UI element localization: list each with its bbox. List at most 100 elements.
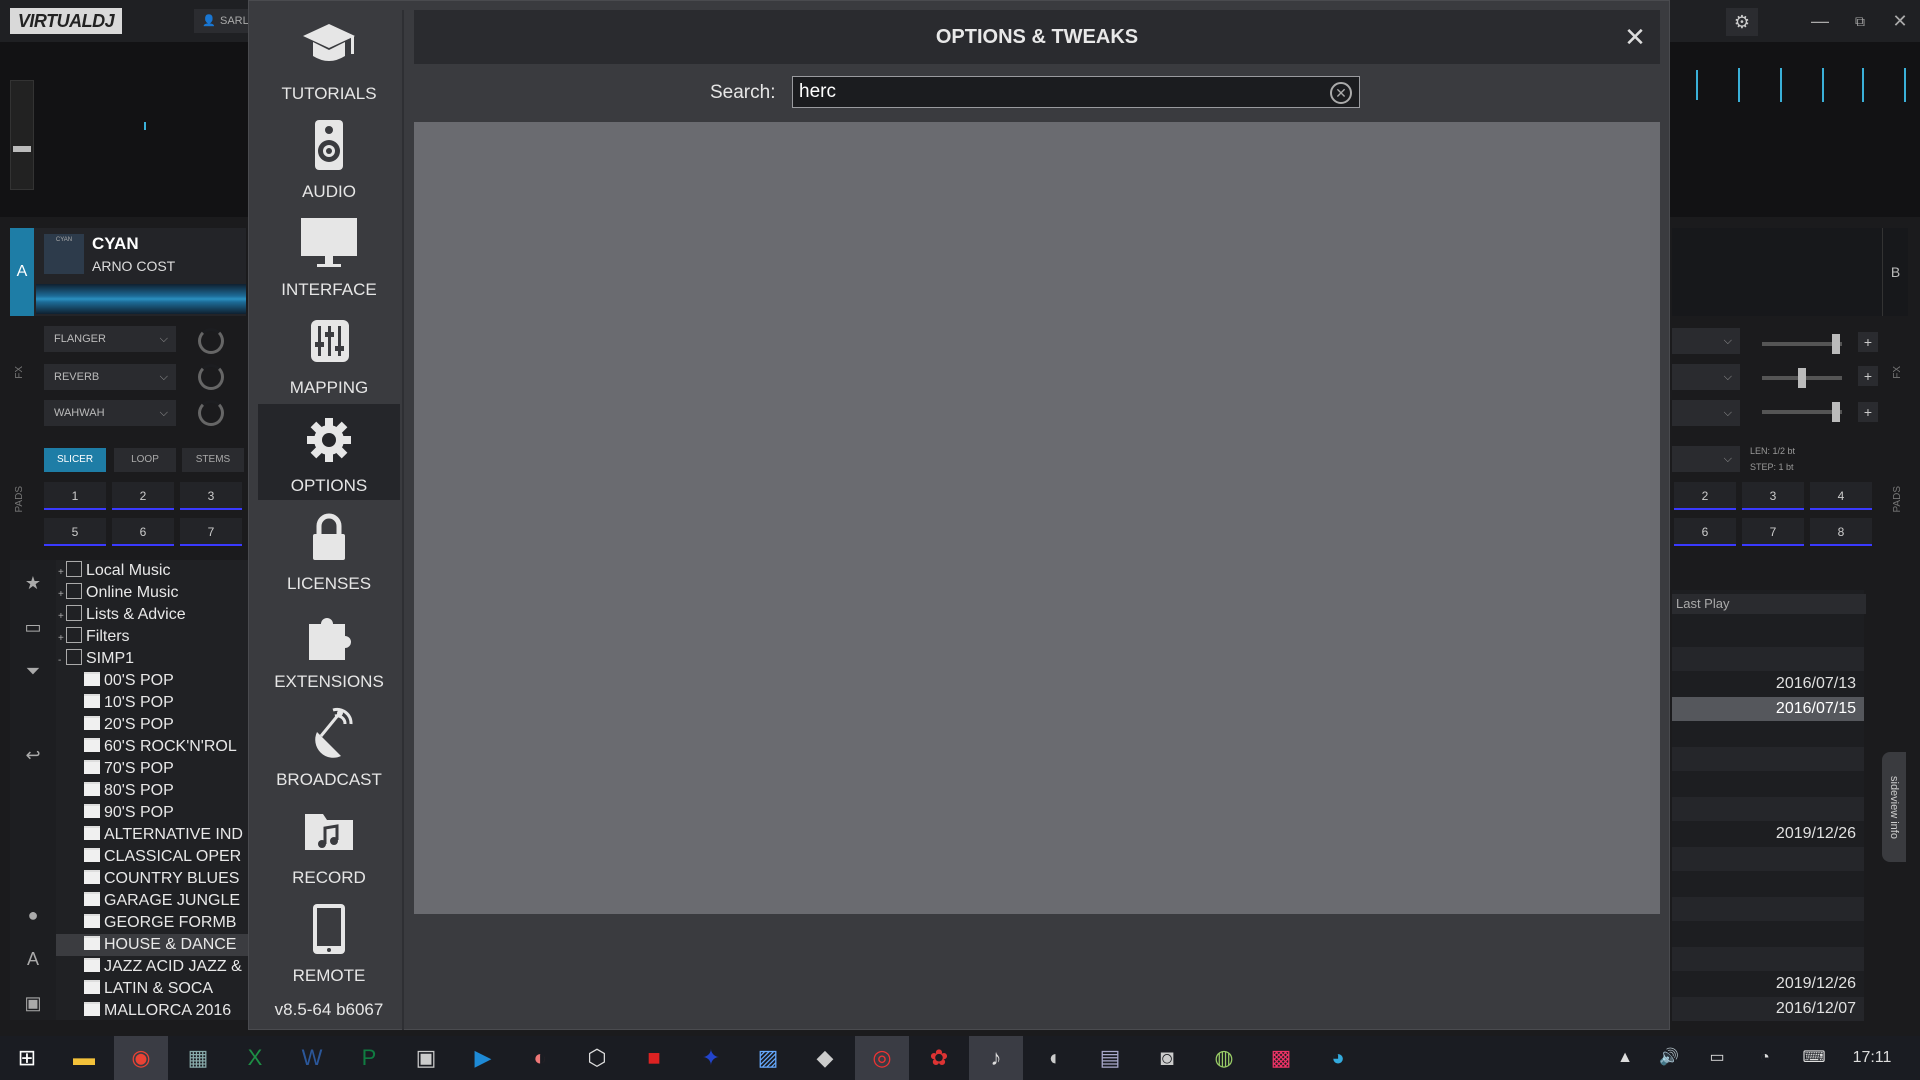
tree-item[interactable]: LATIN & SOCA bbox=[56, 978, 248, 1000]
pad-mode-select-right[interactable]: ⌵ bbox=[1672, 446, 1740, 472]
table-row[interactable]: 2019/12/26 bbox=[1672, 972, 1864, 996]
table-row[interactable] bbox=[1672, 722, 1864, 746]
deck-a-indicator[interactable]: A bbox=[10, 228, 34, 316]
publisher-icon[interactable]: P bbox=[342, 1036, 396, 1080]
table-row[interactable] bbox=[1672, 922, 1864, 946]
fx-plus-2[interactable]: + bbox=[1858, 366, 1878, 386]
search-input[interactable] bbox=[792, 76, 1360, 108]
nav-licenses[interactable]: LICENSES bbox=[258, 502, 400, 598]
table-row[interactable] bbox=[1672, 747, 1864, 771]
tree-item[interactable]: 00'S POP bbox=[56, 670, 248, 692]
pad-right-6[interactable]: 6 bbox=[1674, 518, 1736, 546]
restore-icon[interactable]: ⧉ bbox=[1846, 8, 1874, 34]
close-button[interactable]: ✕ bbox=[1620, 22, 1650, 52]
nav-mapping[interactable]: MAPPING bbox=[258, 306, 400, 402]
table-row[interactable]: 2016/07/13 bbox=[1672, 672, 1864, 696]
slicer-button[interactable]: SLICER bbox=[44, 448, 106, 472]
pitch-slider[interactable] bbox=[10, 80, 34, 190]
nav-tutorials[interactable]: TUTORIALS bbox=[258, 12, 400, 108]
tree-item[interactable]: 20'S POP bbox=[56, 714, 248, 736]
virtualdj-icon[interactable]: ◎ bbox=[855, 1036, 909, 1080]
windows-start-icon[interactable]: ⊞ bbox=[0, 1036, 54, 1080]
table-row[interactable]: 2016/12/07 bbox=[1672, 997, 1864, 1021]
tree-item[interactable]: + Online Music bbox=[56, 582, 248, 604]
tree-item[interactable]: 90'S POP bbox=[56, 802, 248, 824]
fx-select-right-2[interactable]: ⌵ bbox=[1672, 364, 1740, 390]
app-icon[interactable]: ■ bbox=[627, 1036, 681, 1080]
tree-item[interactable]: 10'S POP bbox=[56, 692, 248, 714]
clock[interactable]: 17:11 bbox=[1842, 1036, 1902, 1080]
table-row[interactable] bbox=[1672, 872, 1864, 896]
len-label[interactable]: LEN: 1/2 bt bbox=[1750, 446, 1795, 456]
pad-2[interactable]: 2 bbox=[112, 482, 174, 510]
word-icon[interactable]: W bbox=[285, 1036, 339, 1080]
clear-search-icon[interactable]: ✕ bbox=[1330, 82, 1352, 104]
table-row[interactable] bbox=[1672, 947, 1864, 971]
tree-item[interactable]: HOUSE & DANCE bbox=[56, 934, 248, 956]
tree-item[interactable]: 70'S POP bbox=[56, 758, 248, 780]
app-icon[interactable]: ◍ bbox=[1197, 1036, 1251, 1080]
powershell-icon[interactable]: ▶ bbox=[456, 1036, 510, 1080]
tree-item[interactable]: GARAGE JUNGLE bbox=[56, 890, 248, 912]
tree-item[interactable]: CLASSICAL OPER bbox=[56, 846, 248, 868]
font-size-icon[interactable]: A bbox=[18, 944, 48, 974]
app-icon[interactable]: ◙ bbox=[1140, 1036, 1194, 1080]
close-window-icon[interactable]: ✕ bbox=[1886, 8, 1914, 34]
volume-icon[interactable]: 🔊 bbox=[1654, 1036, 1684, 1080]
nav-extensions[interactable]: EXTENSIONS bbox=[258, 600, 400, 696]
battery-icon[interactable]: ▭ bbox=[1702, 1036, 1732, 1080]
tree-item[interactable]: JAZZ ACID JAZZ & bbox=[56, 956, 248, 978]
stems-button[interactable]: STEMS bbox=[182, 448, 244, 472]
loop-button[interactable]: LOOP bbox=[114, 448, 176, 472]
nav-audio[interactable]: AUDIO bbox=[258, 110, 400, 206]
app-icon[interactable]: ⬡ bbox=[570, 1036, 624, 1080]
record-dot-icon[interactable]: ● bbox=[18, 900, 48, 930]
step-label[interactable]: STEP: 1 bt bbox=[1750, 462, 1794, 472]
chrome-icon[interactable]: ◉ bbox=[114, 1036, 168, 1080]
folder-add-icon[interactable]: ▭ bbox=[18, 612, 48, 642]
tree-item[interactable]: 80'S POP bbox=[56, 780, 248, 802]
app-icon[interactable]: ▨ bbox=[741, 1036, 795, 1080]
pad-1[interactable]: 1 bbox=[44, 482, 106, 510]
tree-item[interactable]: + Filters bbox=[56, 626, 248, 648]
table-row[interactable] bbox=[1672, 647, 1864, 671]
tree-item[interactable]: - SIMP1 bbox=[56, 648, 248, 670]
wifi-icon[interactable]: ◔ bbox=[1750, 1036, 1780, 1080]
tray-expand-icon[interactable]: ▲ bbox=[1610, 1036, 1640, 1080]
table-row[interactable] bbox=[1672, 897, 1864, 921]
last-play-column-header[interactable]: Last Play bbox=[1672, 594, 1866, 614]
fx-slider-2[interactable] bbox=[1762, 368, 1842, 388]
app-icon[interactable]: ◕ bbox=[1311, 1036, 1365, 1080]
fx-select-right-3[interactable]: ⌵ bbox=[1672, 400, 1740, 426]
tree-item[interactable]: ALTERNATIVE IND bbox=[56, 824, 248, 846]
excel-icon[interactable]: X bbox=[228, 1036, 282, 1080]
nav-options[interactable]: OPTIONS bbox=[258, 404, 400, 500]
nav-interface[interactable]: INTERFACE bbox=[258, 208, 400, 304]
fx-slider-1[interactable] bbox=[1762, 334, 1842, 354]
back-icon[interactable]: ↩ bbox=[18, 740, 48, 770]
table-row[interactable] bbox=[1672, 772, 1864, 796]
expand-toggle-icon[interactable]: + bbox=[58, 584, 66, 606]
pad-right-2[interactable]: 2 bbox=[1674, 482, 1736, 510]
table-row[interactable]: 2019/12/26 bbox=[1672, 822, 1864, 846]
sideview-tab[interactable]: sideview info bbox=[1882, 752, 1906, 862]
pitch-slider-handle[interactable] bbox=[13, 146, 31, 152]
table-row[interactable] bbox=[1672, 847, 1864, 871]
fx-knob-1[interactable] bbox=[198, 328, 224, 354]
table-row[interactable] bbox=[1672, 797, 1864, 821]
fx-select-2[interactable]: REVERB ⌵ bbox=[44, 364, 176, 390]
window-icon[interactable]: ▣ bbox=[18, 988, 48, 1018]
pad-right-8[interactable]: 8 bbox=[1810, 518, 1872, 546]
mini-waveform[interactable] bbox=[36, 284, 246, 314]
pad-3[interactable]: 3 bbox=[180, 482, 242, 510]
tree-item[interactable]: GEORGE FORMB bbox=[56, 912, 248, 934]
app-icon[interactable]: ▣ bbox=[399, 1036, 453, 1080]
app-icon[interactable]: ▩ bbox=[1254, 1036, 1308, 1080]
itunes-icon[interactable]: ♪ bbox=[969, 1036, 1023, 1080]
nav-remote[interactable]: REMOTE bbox=[258, 894, 400, 990]
deck-b-indicator[interactable]: B bbox=[1882, 228, 1908, 316]
calculator-icon[interactable]: ▦ bbox=[171, 1036, 225, 1080]
tree-item[interactable]: COUNTRY BLUES bbox=[56, 868, 248, 890]
fx-plus-3[interactable]: + bbox=[1858, 402, 1878, 422]
pad-right-4[interactable]: 4 bbox=[1810, 482, 1872, 510]
